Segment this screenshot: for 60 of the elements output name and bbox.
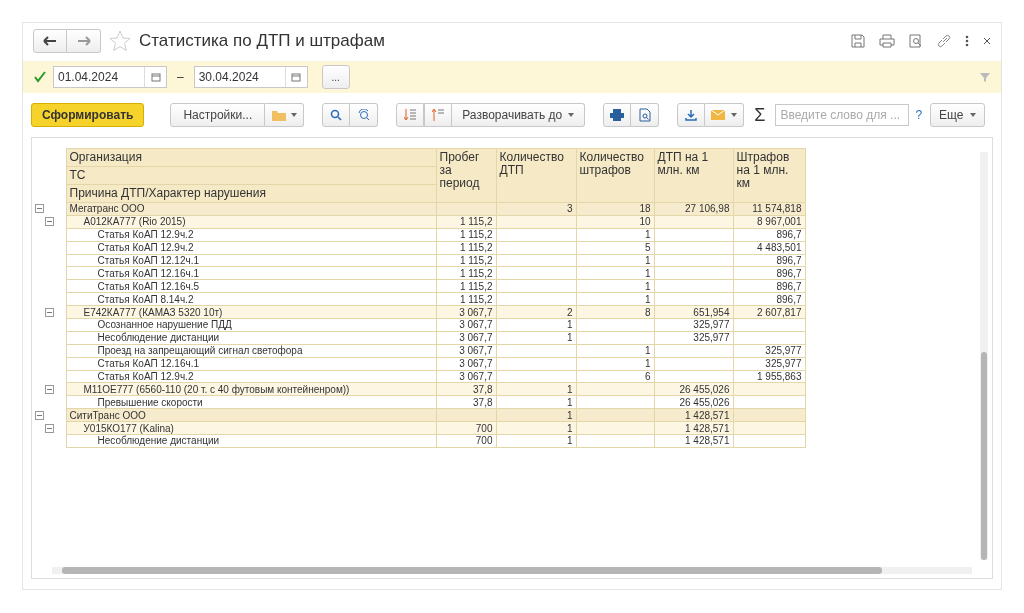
send-email-button[interactable] — [705, 103, 745, 127]
caret-icon — [568, 113, 575, 117]
calendar-icon[interactable] — [291, 72, 302, 82]
caret-icon — [731, 113, 738, 117]
close-icon[interactable] — [983, 37, 991, 45]
column-header: ДТП на 1 млн. км — [654, 148, 733, 203]
search-next-button[interactable] — [350, 103, 379, 127]
calendar-icon[interactable] — [150, 72, 161, 82]
sort-descending-button[interactable] — [396, 103, 425, 127]
search-icon — [330, 109, 343, 121]
settings-button[interactable]: Настройки... — [170, 103, 266, 127]
preview-icon[interactable] — [909, 34, 923, 48]
document-search-icon — [638, 108, 651, 122]
column-header: Количество штрафов — [576, 148, 654, 203]
arrow-right-icon — [76, 36, 91, 46]
more-icon[interactable] — [965, 35, 969, 47]
date-field[interactable]: 01.04.2024 — [53, 66, 167, 88]
more-dropdown[interactable]: Еще — [930, 103, 985, 127]
star-icon[interactable] — [109, 30, 131, 52]
download-icon — [685, 109, 698, 121]
expand-to-dropdown[interactable]: Разворачивать до — [452, 103, 586, 127]
checkbox[interactable] — [33, 70, 47, 84]
save-file-button[interactable] — [677, 103, 706, 127]
collapse-icon[interactable] — [45, 423, 54, 433]
caret-icon — [969, 113, 976, 117]
sort-ascending-button[interactable] — [424, 103, 453, 127]
back-button[interactable] — [33, 29, 67, 53]
envelope-icon — [711, 110, 726, 120]
generate-button[interactable]: Сформировать — [31, 103, 145, 127]
arrow-left-icon — [43, 36, 57, 46]
sum-button[interactable]: Σ — [754, 106, 766, 124]
link-icon[interactable] — [937, 34, 951, 48]
column-header: Организация — [66, 148, 436, 167]
column-header: Штрафов на 1 млн. км — [733, 148, 805, 203]
search-field[interactable]: Введите слово для ... — [775, 104, 910, 126]
vertical-scrollbar[interactable] — [980, 152, 988, 560]
column-header: Количество ДТП — [496, 148, 576, 203]
column-header: Пробег за период — [436, 148, 496, 203]
date-separator: – — [177, 69, 184, 86]
print-icon[interactable] — [879, 34, 895, 48]
help-link[interactable]: ? — [915, 106, 923, 124]
folder-icon — [271, 108, 288, 122]
save-icon[interactable] — [851, 34, 865, 48]
caret-icon — [291, 113, 298, 117]
sort-icon — [432, 108, 445, 122]
collapse-icon[interactable] — [35, 204, 44, 214]
preview-button[interactable] — [631, 103, 660, 127]
search-button[interactable] — [322, 103, 351, 127]
horizontal-scrollbar[interactable] — [52, 567, 972, 574]
collapse-icon[interactable] — [45, 217, 54, 227]
collapse-icon[interactable] — [35, 410, 44, 420]
magnifier-icon — [357, 109, 370, 121]
collapse-icon[interactable] — [45, 307, 54, 317]
window-title: Статистика по ДТП и штрафам — [139, 30, 385, 52]
collapse-icon[interactable] — [45, 384, 54, 394]
filter-icon[interactable] — [979, 71, 991, 83]
period-button[interactable]: ... — [321, 65, 350, 89]
date-field[interactable]: 30.04.2024 — [193, 66, 308, 88]
sort-icon — [404, 108, 417, 122]
print-button[interactable] — [603, 103, 632, 127]
